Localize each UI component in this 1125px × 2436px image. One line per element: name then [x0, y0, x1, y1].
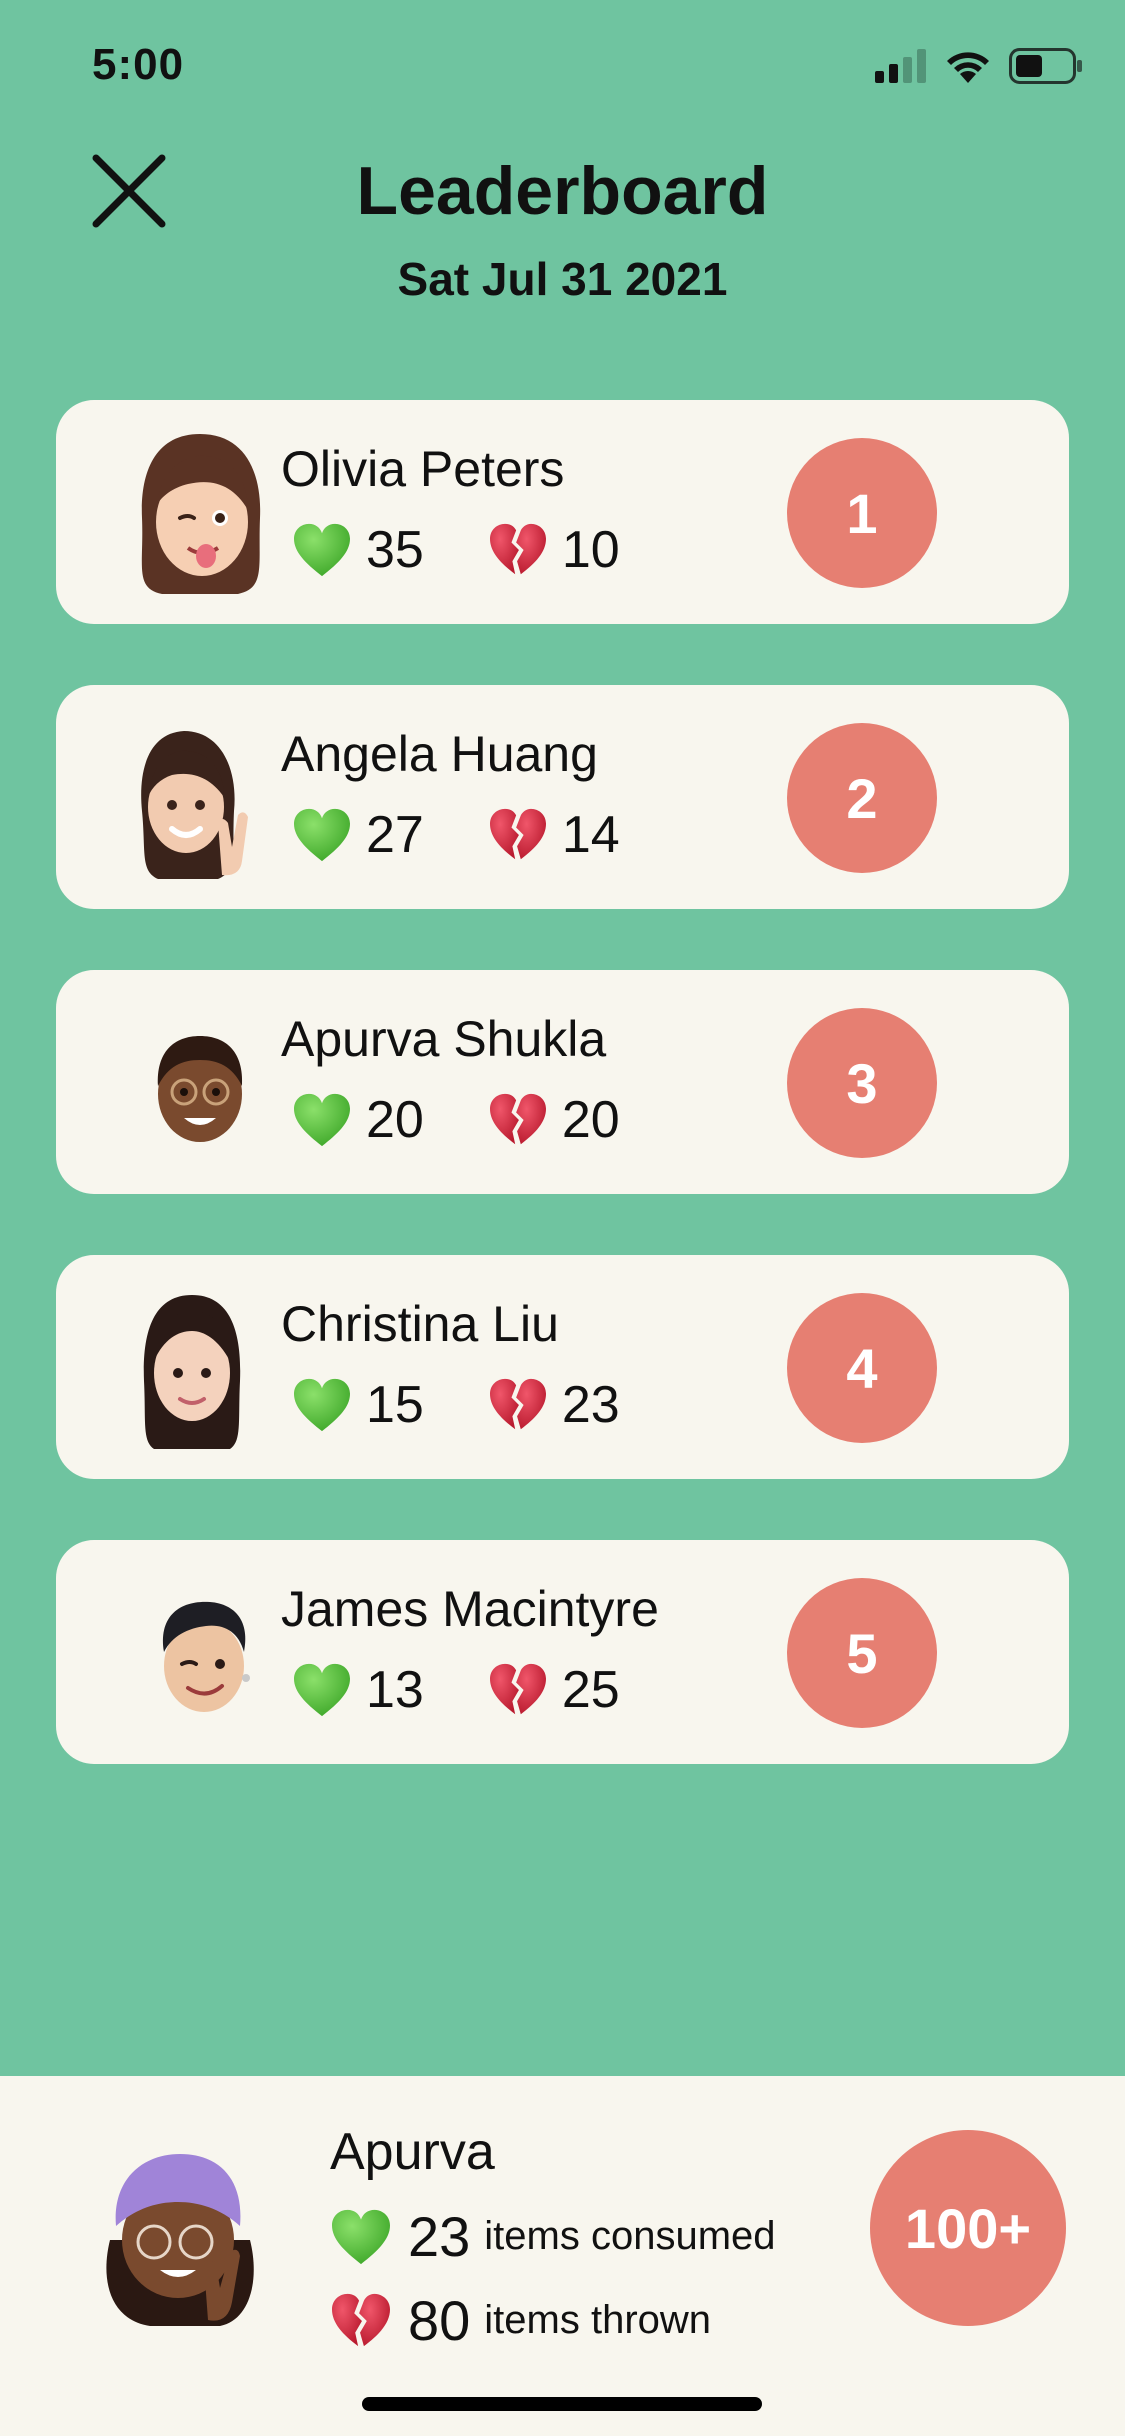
consumed-stat: 20: [292, 1090, 424, 1150]
thrown-stat: 20: [488, 1090, 620, 1150]
status-icons: [875, 48, 1083, 84]
green-heart-icon: [292, 1377, 352, 1433]
green-heart-icon: [292, 1662, 352, 1718]
thrown-count: 23: [561, 1376, 620, 1434]
page-title: Leaderboard: [356, 153, 769, 229]
consumed-count: 15: [366, 1376, 424, 1434]
player-stats: 35 10: [292, 520, 620, 580]
thrown-stat: 23: [488, 1375, 620, 1435]
leaderboard-row[interactable]: James Macintyre 13 25 5: [56, 1540, 1069, 1764]
broken-heart-icon: [488, 807, 548, 863]
leaderboard-row[interactable]: Angela Huang 27 14 2: [56, 685, 1069, 909]
status-time: 5:00: [92, 40, 185, 89]
consumed-summary: 23 items consumed: [330, 2204, 776, 2269]
current-user-name: Apurva: [330, 2123, 495, 2181]
avatar: [141, 731, 248, 879]
consumed-stat: 15: [292, 1375, 424, 1435]
leaderboard-row[interactable]: Olivia Peters 35 10 1: [56, 400, 1069, 624]
consumed-stat: 35: [292, 520, 424, 580]
broken-heart-icon: [488, 1662, 548, 1718]
player-stats: 27 14: [292, 805, 620, 865]
status-bar: 5:00: [0, 0, 1125, 140]
rank-badge: 2: [787, 723, 937, 873]
consumed-count: 13: [366, 1661, 424, 1719]
avatar: [143, 1295, 241, 1449]
page-date: Sat Jul 31 2021: [397, 253, 728, 305]
consumed-count: 23: [408, 2205, 471, 2268]
thrown-stat: 25: [488, 1660, 620, 1720]
rank-badge: 1: [787, 438, 937, 588]
green-heart-icon: [292, 522, 352, 578]
green-heart-icon: [292, 807, 352, 863]
avatar: [157, 1036, 243, 1142]
thrown-count: 14: [561, 806, 620, 864]
thrown-count: 80: [408, 2289, 471, 2352]
cellular-signal-icon: [875, 49, 926, 83]
current-user-rank-badge: 100+: [870, 2130, 1066, 2326]
wifi-icon: [947, 52, 989, 83]
consumed-count: 35: [366, 521, 424, 579]
green-heart-icon: [330, 2208, 392, 2266]
consumed-count: 27: [366, 806, 424, 864]
current-user-avatar: [106, 2154, 254, 2326]
thrown-summary: 80 items thrown: [330, 2288, 711, 2353]
avatar: [163, 1601, 250, 1712]
player-stats: 20 20: [292, 1090, 620, 1150]
player-name: Apurva Shukla: [281, 1011, 607, 1067]
thrown-stat: 10: [488, 520, 620, 580]
current-user-panel: Apurva 23 items consumed 80 items thrown…: [0, 2076, 1125, 2436]
leaderboard-row[interactable]: Apurva Shukla 20 20 3: [56, 970, 1069, 1194]
broken-heart-icon: [330, 2292, 392, 2350]
consumed-count: 20: [366, 1091, 424, 1149]
rank-badge: 3: [787, 1008, 937, 1158]
thrown-count: 10: [561, 521, 620, 579]
consumed-label: items consumed: [484, 2214, 776, 2258]
player-name: Angela Huang: [281, 726, 598, 782]
home-indicator[interactable]: [362, 2397, 762, 2411]
leaderboard-list: Olivia Peters 35 10 1 Angela Huang 27 14…: [56, 400, 1069, 1825]
consumed-stat: 27: [292, 805, 424, 865]
leaderboard-row[interactable]: Christina Liu 15 23 4: [56, 1255, 1069, 1479]
thrown-label: items thrown: [484, 2298, 712, 2342]
broken-heart-icon: [488, 522, 548, 578]
thrown-stat: 14: [488, 805, 620, 865]
player-stats: 15 23: [292, 1375, 620, 1435]
player-name: Olivia Peters: [281, 441, 565, 497]
player-name: James Macintyre: [281, 1581, 659, 1637]
player-name: Christina Liu: [281, 1296, 559, 1352]
rank-badge: 5: [787, 1578, 937, 1728]
broken-heart-icon: [488, 1092, 548, 1148]
thrown-count: 25: [561, 1661, 620, 1719]
avatar: [141, 434, 261, 594]
broken-heart-icon: [488, 1377, 548, 1433]
battery-icon: [1009, 48, 1082, 84]
rank-badge: 4: [787, 1293, 937, 1443]
thrown-count: 20: [561, 1091, 620, 1149]
green-heart-icon: [292, 1092, 352, 1148]
consumed-stat: 13: [292, 1660, 424, 1720]
player-stats: 13 25: [292, 1660, 620, 1720]
